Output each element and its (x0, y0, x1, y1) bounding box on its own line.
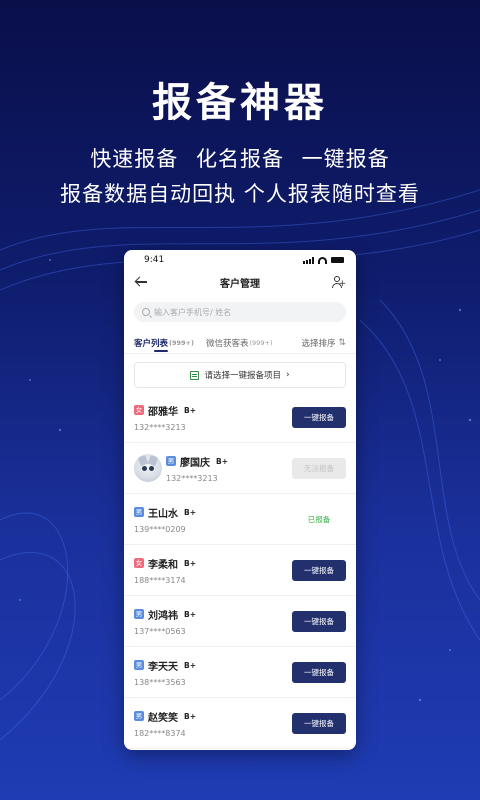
report-button[interactable]: 一键报备 (292, 661, 346, 683)
customer-name: 廖国庆 (180, 457, 210, 469)
back-arrow-icon[interactable] (134, 275, 148, 289)
tab-label: 客户列表 (134, 338, 169, 349)
list-icon (190, 370, 200, 380)
page-title: 客户管理 (220, 278, 260, 290)
gender-badge: 男 (166, 456, 176, 466)
customer-row[interactable]: 女 邵雅华 B+ 132****3213 一键报备 (124, 392, 356, 443)
chevron-right-icon: › (285, 370, 290, 380)
customer-row[interactable]: 男 刘鸿祎 B+ 137****0563 一键报备 (124, 596, 356, 647)
gender-badge: 男 (134, 711, 144, 721)
report-button[interactable]: 一键报备 (292, 610, 346, 632)
customer-grade: B+ (216, 456, 229, 466)
add-user-icon[interactable]: + (332, 275, 346, 289)
customer-info: 男 王山水 B+ 139****0209 (134, 505, 292, 534)
tab-label: 选择排序 (301, 338, 336, 349)
promo-headline: 报备神器 (152, 80, 328, 126)
customer-phone: 138****3563 (134, 677, 186, 687)
avatar (134, 454, 162, 482)
signal-icon (303, 256, 314, 264)
tab-count: (999+) (169, 338, 194, 347)
customer-phone: 137****0563 (134, 626, 186, 636)
search-icon (142, 308, 150, 316)
tab-sort[interactable]: 选择排序 ⇅ (301, 332, 346, 354)
customer-grade: B+ (184, 660, 197, 670)
customer-phone: 132****3213 (134, 422, 186, 432)
tab-bar: 客户列表 (999+) 微信获客表 (999+) 选择排序 ⇅ (124, 332, 356, 354)
nav-bar: 客户管理 + (124, 270, 356, 294)
customer-grade: B+ (184, 507, 197, 517)
customer-name: 李柔和 (148, 559, 178, 571)
customer-info: 女 邵雅华 B+ 132****3213 (134, 403, 292, 432)
customer-name: 赵笑笑 (148, 712, 178, 724)
customer-row[interactable]: 女 李柔和 B+ 188****3174 一键报备 (124, 545, 356, 596)
customer-info: 男 李天天 B+ 138****3563 (134, 658, 292, 687)
report-button[interactable]: 一键报备 (292, 559, 346, 581)
report-button[interactable]: 一键报备 (292, 712, 346, 734)
customer-phone: 139****0209 (134, 524, 186, 534)
reported-status: 已报备 (307, 514, 331, 524)
gender-badge: 女 (134, 558, 144, 568)
select-project-button[interactable]: 请选择一键报备项目 › (134, 362, 346, 388)
customer-info: 男 廖国庆 B+ 132****3213 (166, 454, 292, 483)
customer-grade: B+ (184, 609, 197, 619)
customer-row[interactable]: 男 王山水 B+ 139****0209 已报备 (124, 494, 356, 545)
customer-row[interactable]: 男 李天天 B+ 138****3563 一键报备 (124, 647, 356, 698)
promo-feature-line-1: 快速报备 化名报备 一键报备 (90, 147, 390, 171)
customer-grade: B+ (184, 558, 197, 568)
tab-count: (999+) (249, 338, 273, 347)
customer-name: 刘鸿祎 (148, 610, 178, 622)
wifi-icon (318, 256, 327, 264)
customer-grade: B+ (184, 405, 197, 415)
customer-info: 女 李柔和 B+ 188****3174 (134, 556, 292, 585)
status-icons (303, 256, 344, 264)
customer-row[interactable]: 男 廖国庆 B+ 132****3213 无法报备 (124, 443, 356, 494)
gender-badge: 女 (134, 405, 144, 415)
battery-icon (331, 257, 344, 263)
status-time: 9:41 (144, 255, 165, 265)
tab-wechat-leads[interactable]: 微信获客表 (999+) (206, 332, 290, 354)
sort-icon: ⇅ (338, 337, 346, 348)
tab-label: 微信获客表 (206, 338, 249, 349)
phone-mockup: 9:41 客户管理 + 客户列表 (999+) 微信获客表 (999+) 选择排… (124, 250, 356, 750)
report-button-disabled: 无法报备 (292, 457, 346, 479)
gender-badge: 男 (134, 609, 144, 619)
status-bar: 9:41 (124, 250, 356, 270)
select-project-label: 请选择一键报备项目 (204, 371, 281, 381)
gender-badge: 男 (134, 660, 144, 670)
customer-info: 男 赵笑笑 B+ 182****8374 (134, 709, 292, 738)
customer-info: 男 刘鸿祎 B+ 137****0563 (134, 607, 292, 636)
tab-customer-list[interactable]: 客户列表 (999+) (134, 332, 206, 354)
report-button[interactable]: 一键报备 (292, 406, 346, 428)
promo-feature-line-2: 报备数据自动回执 个人报表随时查看 (60, 182, 420, 206)
customer-phone: 132****3213 (166, 473, 218, 483)
search-input[interactable] (154, 307, 334, 317)
customer-name: 王山水 (148, 508, 178, 520)
customer-phone: 182****8374 (134, 728, 186, 738)
customer-row[interactable]: 男 赵笑笑 B+ 182****8374 一键报备 (124, 698, 356, 749)
customer-list: 女 邵雅华 B+ 132****3213 一键报备 男 廖国庆 B+ 132**… (124, 392, 356, 749)
gender-badge: 男 (134, 507, 144, 517)
customer-phone: 188****3174 (134, 575, 186, 585)
customer-name: 邵雅华 (148, 406, 178, 418)
customer-grade: B+ (184, 711, 197, 721)
search-bar (134, 302, 346, 322)
customer-name: 李天天 (148, 661, 178, 673)
